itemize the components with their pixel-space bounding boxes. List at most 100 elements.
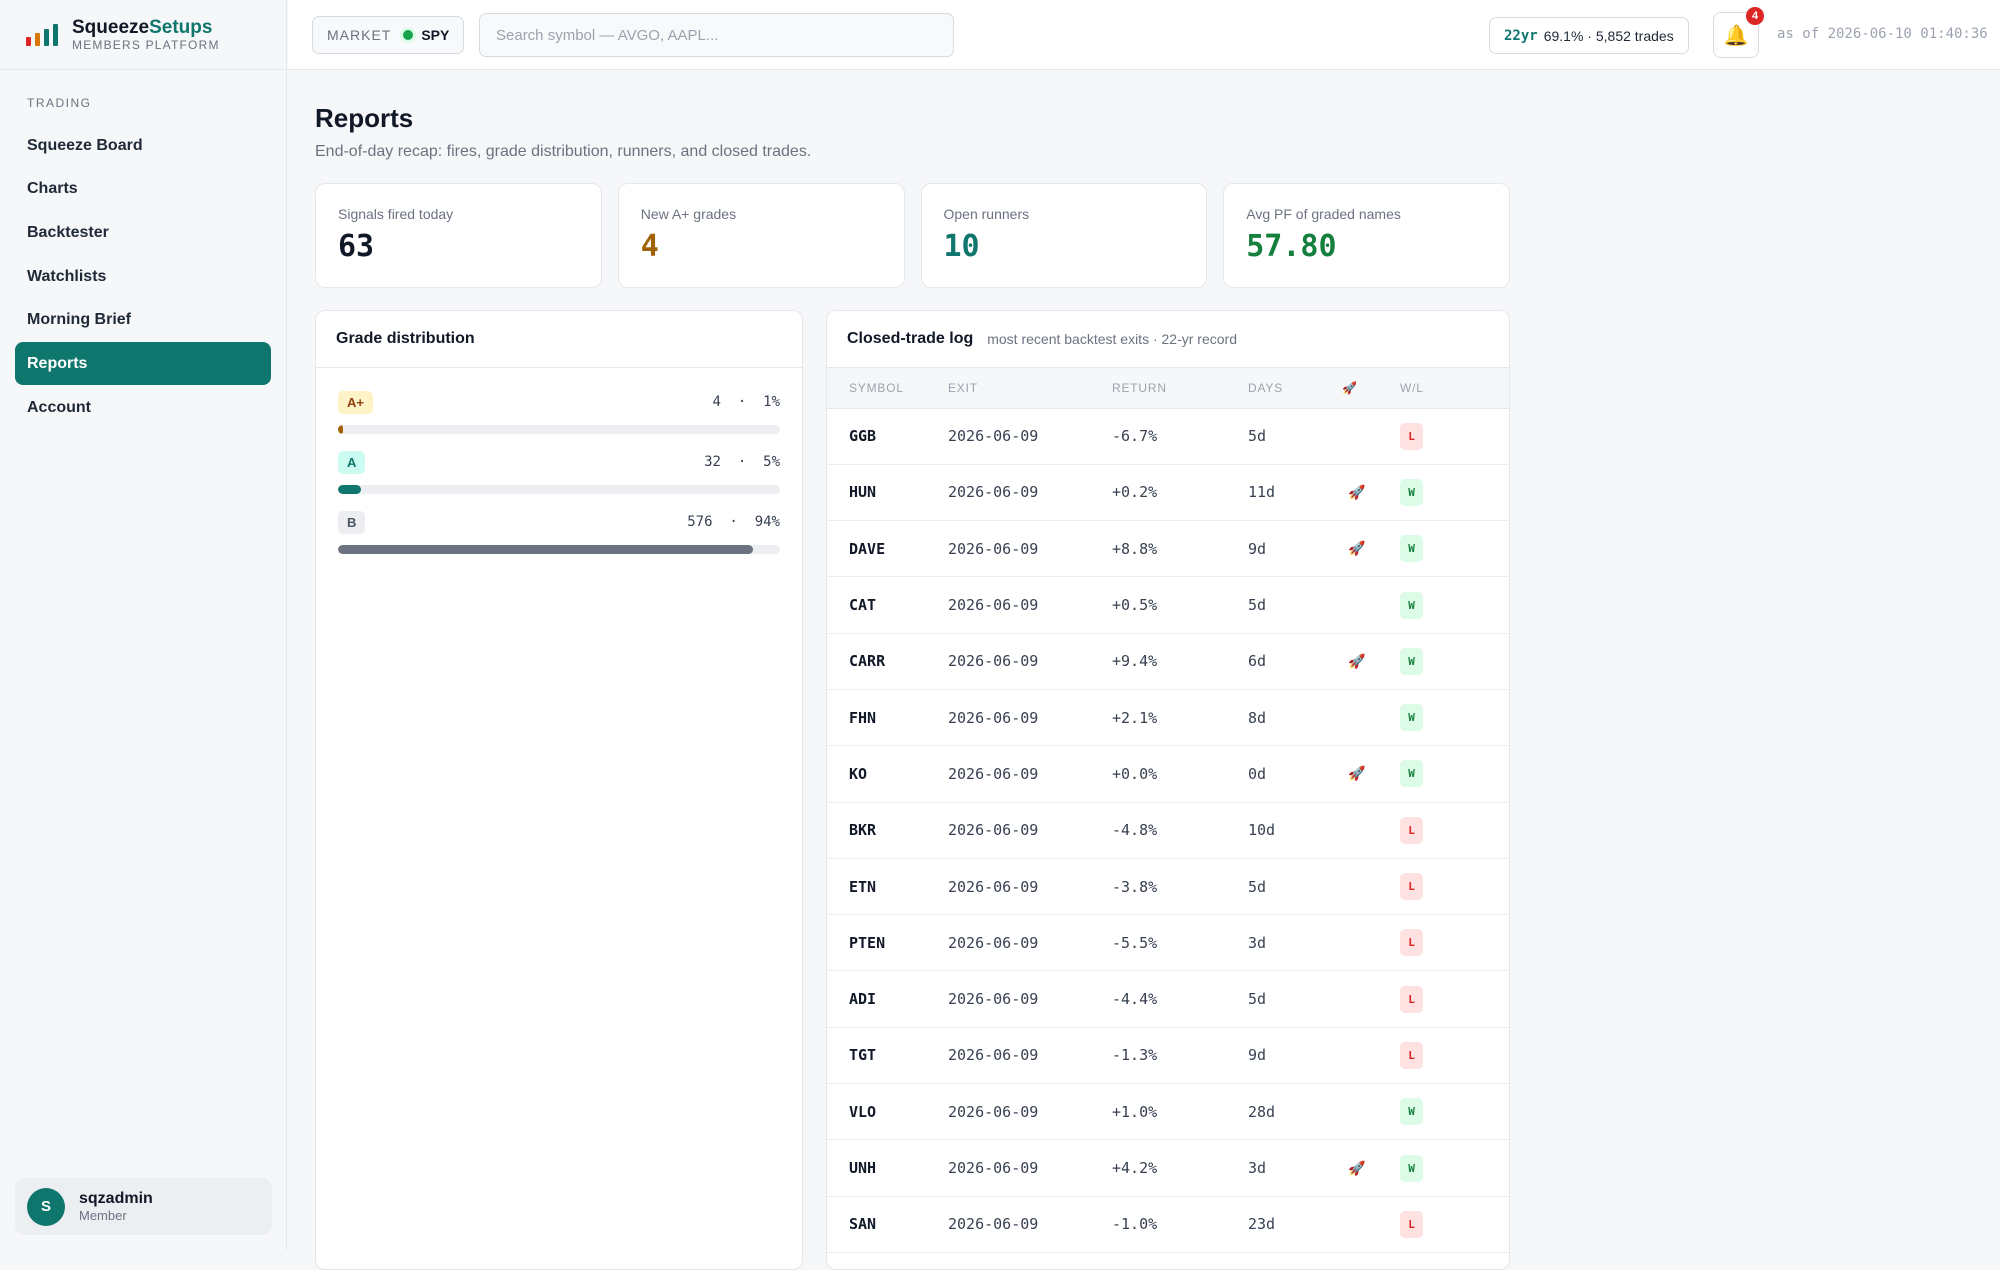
win-loss-badge: L xyxy=(1400,816,1423,844)
record-summary[interactable]: 22yr 69.1% · 5,852 trades xyxy=(1489,17,1689,54)
symbol-cell[interactable]: FHN xyxy=(827,689,948,747)
table-row[interactable]: SAN 2026-06-09 -1.0% 23d L xyxy=(827,1196,1509,1253)
table-row[interactable]: HUN 2026-06-09 +0.2% 11d 🚀 W xyxy=(827,464,1509,522)
runner-cell xyxy=(1342,1083,1400,1141)
rocket-icon: 🚀 xyxy=(1348,765,1366,782)
return-cell: +0.0% xyxy=(1112,745,1248,803)
win-loss-badge: L xyxy=(1400,929,1423,957)
table-header-row: SYMBOL EXIT RETURN DAYS 🚀 W/L xyxy=(827,368,1509,409)
exit-date-cell: 2026-06-09 xyxy=(948,970,1112,1028)
symbol-cell[interactable]: KO xyxy=(827,745,948,803)
user-card[interactable]: S sqzadmin Member xyxy=(15,1178,272,1235)
rocket-icon: 🚀 xyxy=(1348,652,1366,669)
kpi-label: Signals fired today xyxy=(338,206,454,222)
win-loss-badge: L xyxy=(1400,1210,1423,1238)
runner-cell: 🚀 xyxy=(1342,520,1400,578)
runner-cell: 🚀 xyxy=(1342,633,1400,690)
kpi-value: 4 xyxy=(640,229,659,264)
exit-date-cell: 2026-06-09 xyxy=(948,1196,1112,1253)
avatar: S xyxy=(27,1187,65,1226)
table-row[interactable]: BKR 2026-06-09 -4.8% 10d L xyxy=(827,802,1509,859)
exit-date-cell: 2026-06-09 xyxy=(948,464,1112,522)
symbol-cell[interactable]: PTEN xyxy=(827,914,948,972)
table-row[interactable]: DAVE 2026-06-09 +8.8% 9d 🚀 W xyxy=(827,520,1509,578)
symbol-cell[interactable]: GGB xyxy=(827,408,948,465)
win-loss-badge: W xyxy=(1400,760,1423,788)
column-header-days[interactable]: DAYS xyxy=(1248,368,1342,409)
table-row[interactable]: FHN 2026-06-09 +2.1% 8d W xyxy=(827,689,1509,747)
panel-note: most recent backtest exits · 22-yr recor… xyxy=(987,331,1237,347)
symbol-cell[interactable]: ADI xyxy=(827,970,948,1028)
table-row[interactable]: KO 2026-06-09 +0.0% 0d 🚀 W xyxy=(827,745,1509,803)
brand[interactable]: SqueezeSetups MEMBERS PLATFORM xyxy=(0,0,286,70)
rocket-icon: 🚀 xyxy=(1348,483,1366,500)
sidebar: SqueezeSetups MEMBERS PLATFORM TRADING S… xyxy=(0,0,287,1250)
win-loss-badge: L xyxy=(1400,422,1423,450)
column-header-runner[interactable]: 🚀 xyxy=(1342,368,1400,409)
search-input[interactable] xyxy=(479,13,954,57)
notification-count-badge: 4 xyxy=(1746,7,1764,25)
win-loss-badge: W xyxy=(1400,591,1423,619)
sidebar-item-reports[interactable]: Reports xyxy=(15,342,271,386)
symbol-cell[interactable]: CARR xyxy=(827,633,948,690)
column-header-wl[interactable]: W/L xyxy=(1400,368,1509,409)
table-row[interactable]: CAT 2026-06-09 +0.5% 5d W xyxy=(827,576,1509,634)
return-cell: +2.1% xyxy=(1112,689,1248,747)
table-row[interactable]: TGT 2026-06-09 -1.3% 9d L xyxy=(827,1027,1509,1085)
grade-row: A 32 · 5% xyxy=(316,450,802,494)
win-loss-cell: W xyxy=(1400,689,1509,747)
table-row[interactable]: PTEN 2026-06-09 -5.5% 3d L xyxy=(827,914,1509,972)
bell-icon: 🔔 xyxy=(1723,24,1749,47)
win-loss-cell: W xyxy=(1400,520,1509,578)
runner-cell xyxy=(1342,970,1400,1028)
days-cell: 0d xyxy=(1248,745,1342,803)
return-cell: -1.3% xyxy=(1112,1027,1248,1085)
sidebar-item-account[interactable]: Account xyxy=(15,386,271,429)
runner-cell: 🚀 xyxy=(1342,1139,1400,1197)
runner-cell xyxy=(1342,802,1400,859)
return-cell: +1.0% xyxy=(1112,1083,1248,1141)
table-row[interactable]: VLO 2026-06-09 +1.0% 28d W xyxy=(827,1083,1509,1141)
symbol-cell[interactable]: UNH xyxy=(827,1139,948,1197)
record-years: 22yr xyxy=(1504,27,1538,44)
sidebar-item-watchlists[interactable]: Watchlists xyxy=(15,255,271,298)
symbol-cell[interactable]: DAVE xyxy=(827,520,948,578)
win-loss-badge: W xyxy=(1400,1154,1423,1182)
kpi-label: New A+ grades xyxy=(640,206,737,222)
runner-cell xyxy=(1342,408,1400,465)
symbol-cell[interactable]: TGT xyxy=(827,1027,948,1085)
sidebar-item-morning-brief[interactable]: Morning Brief xyxy=(15,299,271,342)
main-content: Reports End-of-day recap: fires, grade d… xyxy=(315,70,1510,1270)
notifications-button[interactable]: 🔔 4 xyxy=(1713,7,1764,58)
symbol-cell[interactable]: SAN xyxy=(827,1196,948,1253)
column-header-exit[interactable]: EXIT xyxy=(948,368,1112,409)
symbol-cell[interactable]: BKR xyxy=(827,802,948,859)
column-header-return[interactable]: RETURN xyxy=(1112,368,1248,409)
table-row[interactable]: UNH 2026-06-09 +4.2% 3d 🚀 W xyxy=(827,1139,1509,1197)
market-selector[interactable]: MARKET SPY xyxy=(312,16,465,54)
win-loss-badge: W xyxy=(1400,704,1423,732)
sidebar-item-charts[interactable]: Charts xyxy=(15,168,271,211)
kpi-card: Avg PF of graded names 57.80 xyxy=(1223,183,1510,288)
symbol-cell[interactable]: ETN xyxy=(827,858,948,916)
grade-distribution-panel: Grade distribution A+ 4 · 1% A 32 · 5% B 576 … xyxy=(315,310,803,1270)
win-loss-cell: L xyxy=(1400,408,1509,465)
days-cell: 11d xyxy=(1248,464,1342,522)
exit-date-cell: 2026-06-09 xyxy=(948,633,1112,690)
rocket-icon: 🚀 xyxy=(1348,540,1366,557)
return-cell: +0.5% xyxy=(1112,576,1248,634)
column-header-symbol[interactable]: SYMBOL xyxy=(827,368,948,409)
sidebar-nav: TRADING Squeeze Board Charts Backtester Wat… xyxy=(0,70,286,429)
kpi-value: 57.80 xyxy=(1246,229,1337,264)
table-row[interactable]: ADI 2026-06-09 -4.4% 5d L xyxy=(827,970,1509,1028)
table-row[interactable]: GGB 2026-06-09 -6.7% 5d L xyxy=(827,408,1509,465)
symbol-cell[interactable]: HUN xyxy=(827,464,948,522)
sidebar-item-squeeze-board[interactable]: Squeeze Board xyxy=(15,124,271,167)
runner-cell: 🚀 xyxy=(1342,745,1400,803)
table-row[interactable]: CARR 2026-06-09 +9.4% 6d 🚀 W xyxy=(827,633,1509,690)
symbol-cell[interactable]: VLO xyxy=(827,1083,948,1141)
table-row[interactable]: ETN 2026-06-09 -3.8% 5d L xyxy=(827,858,1509,916)
sidebar-item-backtester[interactable]: Backtester xyxy=(15,211,271,254)
kpi-value: 63 xyxy=(338,229,375,264)
symbol-cell[interactable]: CAT xyxy=(827,576,948,634)
